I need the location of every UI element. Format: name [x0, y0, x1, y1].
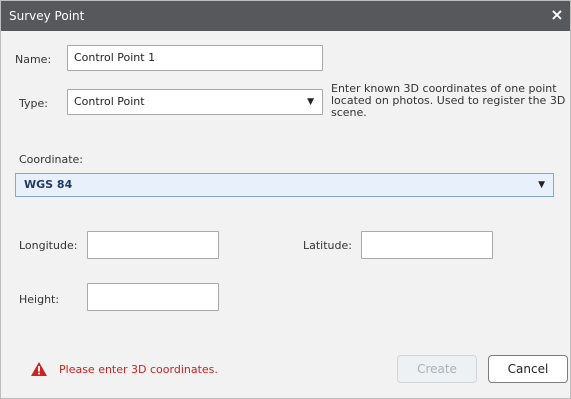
- type-select[interactable]: Control Point ▼: [67, 89, 323, 115]
- cancel-button[interactable]: Cancel: [488, 355, 568, 383]
- chevron-down-icon: ▼: [307, 97, 314, 107]
- close-icon[interactable]: ×: [548, 6, 566, 24]
- name-input-value: Control Point 1: [74, 51, 156, 64]
- dialog-title: Survey Point: [9, 9, 85, 23]
- name-input[interactable]: Control Point 1: [67, 45, 323, 71]
- type-label: Type:: [19, 97, 48, 110]
- latitude-label: Latitude:: [303, 239, 352, 252]
- longitude-label: Longitude:: [19, 239, 78, 252]
- name-label: Name:: [15, 53, 52, 66]
- longitude-input[interactable]: [87, 231, 219, 259]
- coordinate-select[interactable]: WGS 84 ▼: [15, 173, 554, 197]
- survey-point-dialog: Survey Point × Name: Control Point 1 Typ…: [0, 0, 571, 399]
- error-message: Please enter 3D coordinates.: [59, 363, 218, 376]
- create-button[interactable]: Create: [397, 355, 477, 383]
- chevron-down-icon: ▼: [538, 180, 545, 190]
- help-text: Enter known 3D coordinates of one point …: [331, 82, 566, 119]
- coordinate-label: Coordinate:: [19, 153, 84, 166]
- warning-icon: [31, 362, 47, 376]
- type-select-value: Control Point: [74, 95, 145, 108]
- title-bar: Survey Point ×: [1, 1, 570, 31]
- height-input[interactable]: [87, 283, 219, 311]
- height-label: Height:: [19, 293, 60, 306]
- coordinate-select-value: WGS 84: [24, 178, 73, 191]
- latitude-input[interactable]: [361, 231, 493, 259]
